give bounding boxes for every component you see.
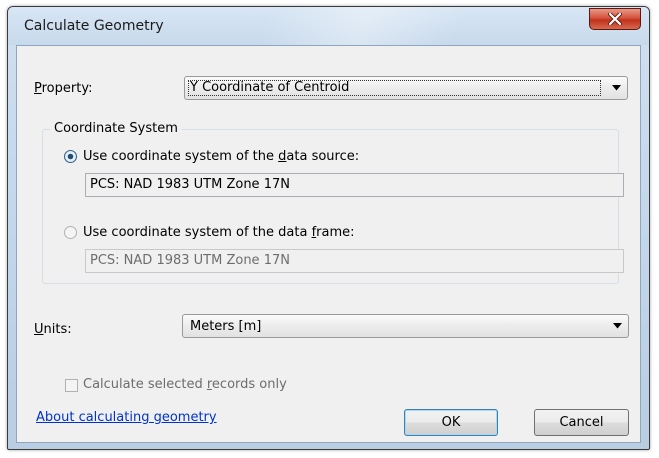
about-calculating-geometry-link[interactable]: About calculating geometry	[36, 410, 217, 425]
data-frame-radio[interactable]	[64, 226, 77, 239]
property-selected-value: Y Coordinate of Centroid	[190, 80, 350, 95]
data-source-coordinate-system-field: PCS: NAD 1983 UTM Zone 17N	[85, 173, 624, 197]
data-source-coordinate-system-value: PCS: NAD 1983 UTM Zone 17N	[90, 177, 290, 192]
units-selected-value: Meters [m]	[190, 319, 262, 334]
cancel-button-label: Cancel	[559, 415, 604, 430]
close-icon	[608, 13, 622, 25]
cancel-button[interactable]: Cancel	[534, 409, 629, 436]
chevron-down-icon	[613, 323, 622, 329]
selected-records-checkbox[interactable]	[65, 379, 78, 392]
property-dropdown[interactable]: Y Coordinate of Centroid	[184, 76, 628, 100]
units-dropdown[interactable]: Meters [m]	[182, 314, 629, 338]
calculate-geometry-dialog: Calculate Geometry Property: Y Coordinat…	[7, 6, 650, 450]
data-frame-radio-label[interactable]: Use coordinate system of the data frame:	[83, 225, 355, 240]
chevron-down-icon	[612, 85, 621, 91]
selected-records-label[interactable]: Calculate selected records only	[83, 377, 287, 392]
dialog-body: Property: Y Coordinate of Centroid Coord…	[16, 45, 641, 443]
property-label: Property:	[34, 81, 93, 96]
data-source-radio-label[interactable]: Use coordinate system of the data source…	[83, 149, 359, 164]
units-label: Units:	[34, 322, 72, 337]
coordinate-system-group-title: Coordinate System	[50, 121, 182, 136]
data-frame-coordinate-system-value: PCS: NAD 1983 UTM Zone 17N	[90, 253, 290, 268]
data-frame-coordinate-system-field: PCS: NAD 1983 UTM Zone 17N	[85, 249, 624, 273]
ok-button[interactable]: OK	[404, 409, 498, 436]
data-source-radio[interactable]	[64, 150, 77, 163]
title-bar[interactable]: Calculate Geometry	[8, 7, 649, 45]
dialog-title: Calculate Geometry	[24, 18, 164, 34]
ok-button-label: OK	[441, 415, 461, 430]
close-button[interactable]	[589, 8, 641, 30]
